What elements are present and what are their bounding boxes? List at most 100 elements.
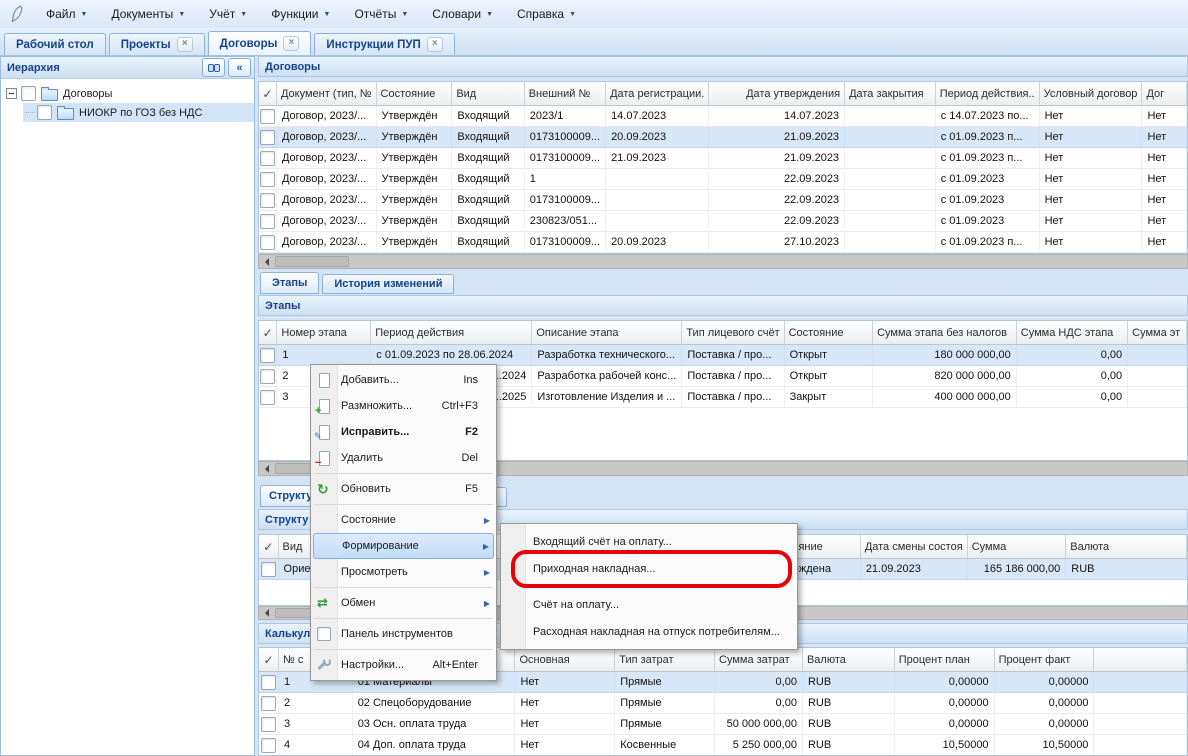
column-header[interactable]: Основная — [515, 648, 615, 672]
column-header[interactable]: Состояние — [377, 82, 453, 106]
column-header[interactable]: Номер этапа — [277, 321, 371, 345]
scrollbar-thumb[interactable] — [275, 256, 349, 267]
select-all-header[interactable]: ✓ — [259, 82, 277, 106]
menubar-item[interactable]: Справка▼ — [505, 3, 588, 25]
menu-item[interactable]: Панель инструментов — [313, 621, 494, 647]
column-header[interactable]: Период действия — [371, 321, 532, 345]
scroll-left-arrow[interactable] — [259, 607, 274, 619]
section-tab[interactable]: История изменений — [322, 274, 454, 294]
column-header[interactable]: Тип затрат — [615, 648, 715, 672]
table-row[interactable]: Договор, 2023/...УтверждёнВходящий122.09… — [259, 169, 1187, 190]
tree-node[interactable]: Договоры — [1, 84, 254, 103]
column-header[interactable]: Валюта — [803, 648, 895, 672]
column-header[interactable]: Процент план — [895, 648, 995, 672]
row-checkbox[interactable] — [260, 390, 275, 405]
column-header[interactable]: Состояние — [785, 321, 873, 345]
menu-item[interactable]: ОбновитьF5 — [313, 476, 494, 502]
row-checkbox[interactable] — [260, 348, 275, 363]
table-row[interactable]: Договор, 2023/...УтверждёнВходящий2023/1… — [259, 106, 1187, 127]
row-checkbox[interactable] — [260, 151, 275, 166]
table-row[interactable]: Договор, 2023/...УтверждёнВходящий230823… — [259, 211, 1187, 232]
menu-item[interactable]: Просмотреть▶ — [313, 559, 494, 585]
row-checkbox[interactable] — [260, 193, 275, 208]
row-checkbox[interactable] — [261, 675, 276, 690]
collapse-expander-icon[interactable] — [6, 88, 17, 99]
column-header[interactable]: Процент факт — [995, 648, 1095, 672]
main-tab[interactable]: Инструкции ПУП× — [314, 33, 454, 55]
row-checkbox[interactable] — [261, 738, 276, 753]
menubar-item[interactable]: Учёт▼ — [197, 3, 259, 25]
column-header[interactable]: Дата регистрации. — [606, 82, 709, 106]
select-all-header[interactable]: ✓ — [259, 648, 279, 672]
column-header[interactable]: Период действия.. — [936, 82, 1040, 106]
main-tab[interactable]: Проекты× — [109, 33, 205, 55]
column-header[interactable]: Дата закрытия — [845, 82, 936, 106]
menu-item[interactable]: Состояние▶ — [313, 507, 494, 533]
scroll-left-arrow[interactable] — [259, 255, 274, 268]
column-header[interactable]: Сумма этапа без налогов — [873, 321, 1017, 345]
collapse-panel-button[interactable]: « — [228, 58, 251, 77]
menubar-item[interactable]: Функции▼ — [259, 3, 342, 25]
column-header[interactable]: Внешний № — [525, 82, 606, 106]
main-tab[interactable]: Договоры× — [208, 31, 312, 55]
row-checkbox[interactable] — [260, 172, 275, 187]
row-checkbox[interactable] — [260, 109, 275, 124]
close-icon[interactable]: × — [283, 36, 299, 51]
menu-item[interactable]: Обмен▶ — [313, 590, 494, 616]
table-row[interactable]: Договор, 2023/...УтверждёнВходящий017310… — [259, 127, 1187, 148]
tree-node[interactable]: НИОКР по ГОЗ без НДС — [1, 103, 254, 122]
row-checkbox[interactable] — [261, 717, 276, 732]
tree-checkbox[interactable] — [37, 105, 52, 120]
menu-item[interactable]: Настройки...Alt+Enter — [313, 652, 494, 678]
menu-item[interactable]: Размножить...Ctrl+F3 — [313, 393, 494, 419]
horizontal-scrollbar[interactable] — [258, 254, 1188, 269]
table-row[interactable]: Договор, 2023/...УтверждёнВходящий017310… — [259, 232, 1187, 253]
menubar-item[interactable]: Словари▼ — [420, 3, 505, 25]
submenu-item[interactable]: Расходная накладная на отпуск потребител… — [503, 618, 795, 645]
submenu-item[interactable]: Входящий счёт на оплату... — [503, 528, 795, 555]
close-icon[interactable]: × — [427, 37, 443, 52]
menubar-item[interactable]: Отчёты▼ — [342, 3, 420, 25]
close-icon[interactable]: × — [177, 37, 193, 52]
menu-item[interactable]: Формирование▶ — [313, 533, 494, 559]
column-header[interactable]: Тип лицевого счёт — [682, 321, 784, 345]
column-header[interactable]: Описание этапа — [532, 321, 682, 345]
menubar-item[interactable]: Документы▼ — [99, 3, 197, 25]
table-row[interactable]: 303 Осн. оплата трудаНетПрямые50 000 000… — [259, 714, 1187, 735]
menu-item[interactable]: УдалитьDel — [313, 445, 494, 471]
row-checkbox[interactable] — [261, 562, 276, 577]
menu-item[interactable]: Добавить...Ins — [313, 367, 494, 393]
column-header[interactable]: Условный договор — [1040, 82, 1143, 106]
submenu-item[interactable]: Счёт на оплату... — [503, 591, 795, 618]
column-header[interactable]: Дата смены состоя — [861, 535, 968, 559]
column-header[interactable]: Вид — [452, 82, 524, 106]
table-row[interactable]: Договор, 2023/...УтверждёнВходящий017310… — [259, 148, 1187, 169]
search-button[interactable] — [202, 58, 225, 77]
select-all-header[interactable]: ✓ — [259, 535, 279, 559]
table-row[interactable]: Договор, 2023/...УтверждёнВходящий017310… — [259, 190, 1187, 211]
scroll-left-arrow[interactable] — [259, 462, 274, 475]
submenu-item[interactable]: Приходная накладная... — [503, 555, 795, 582]
column-header[interactable]: Сумма эт — [1128, 321, 1187, 345]
row-checkbox[interactable] — [261, 696, 276, 711]
column-header[interactable]: Дата утверждения — [709, 82, 845, 106]
row-checkbox[interactable] — [260, 214, 275, 229]
row-checkbox[interactable] — [260, 235, 275, 250]
table-row[interactable]: 1с 01.09.2023 по 28.06.2024Разработка те… — [259, 345, 1187, 366]
column-header[interactable]: Сумма — [968, 535, 1067, 559]
select-all-header[interactable]: ✓ — [259, 321, 277, 345]
column-header[interactable] — [1094, 648, 1187, 672]
column-header[interactable]: Документ (тип, № — [277, 82, 377, 106]
column-header[interactable]: Сумма затрат — [715, 648, 803, 672]
table-row[interactable]: 202 СпецоборудованиеНетПрямые0,00RUB0,00… — [259, 693, 1187, 714]
row-checkbox[interactable] — [260, 369, 275, 384]
column-header[interactable]: Валюта — [1066, 535, 1187, 559]
table-row[interactable]: 404 Доп. оплата трудаНетКосвенные5 250 0… — [259, 735, 1187, 756]
menubar-item[interactable]: Файл▼ — [34, 3, 99, 25]
main-tab[interactable]: Рабочий стол — [4, 33, 106, 55]
tree-checkbox[interactable] — [21, 86, 36, 101]
row-checkbox[interactable] — [260, 130, 275, 145]
column-header[interactable]: Сумма НДС этапа — [1017, 321, 1128, 345]
column-header[interactable]: Дог — [1142, 82, 1187, 106]
menu-item[interactable]: Исправить...F2 — [313, 419, 494, 445]
